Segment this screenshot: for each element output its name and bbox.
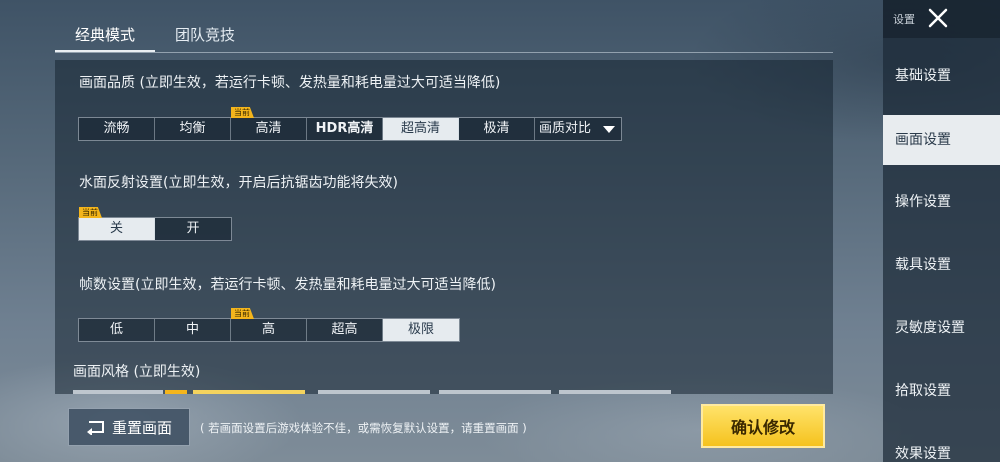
option-label: 均衡	[179, 121, 206, 136]
fps-section-title: 帧数设置(立即生效，若运行卡顿、发热量和耗电量过大可适当降低)	[79, 277, 496, 293]
quality-option-hd[interactable]: 当前 高清	[231, 107, 307, 140]
settings-title: 设置	[893, 13, 915, 26]
sidebar-item-pickup[interactable]: 拾取设置	[883, 366, 1000, 416]
tab-team-deathmatch[interactable]: 团队竞技	[155, 20, 255, 52]
fps-option-high[interactable]: 当前 高	[231, 308, 307, 341]
dropdown-label: 画质对比	[539, 121, 592, 136]
tab-divider	[55, 52, 833, 53]
option-label: 超高清	[400, 121, 440, 136]
tab-classic-mode[interactable]: 经典模式	[55, 20, 156, 52]
option-label: 低	[109, 322, 123, 337]
quality-option-hdr[interactable]: HDR高清	[307, 118, 383, 140]
fps-selector: 低 中 当前 高 超高 极限	[78, 308, 460, 342]
quality-compare-dropdown[interactable]: 画质对比	[535, 118, 621, 140]
sidebar-item-label: 画面设置	[895, 132, 951, 148]
option-label: 极清	[483, 121, 510, 136]
sidebar-item-controls[interactable]: 操作设置	[883, 177, 1000, 227]
sidebar-item-graphics[interactable]: 画面设置	[883, 115, 1000, 165]
water-reflection-toggle: 当前 关 开	[78, 207, 232, 241]
option-label: 高清	[255, 121, 282, 136]
style-options-strip[interactable]	[73, 390, 833, 394]
current-badge: 当前	[231, 107, 254, 118]
reset-label: 重置画面	[111, 418, 172, 437]
fps-option-medium[interactable]: 中	[155, 319, 231, 341]
sidebar-item-label: 拾取设置	[895, 383, 951, 399]
quality-section-title: 画面品质 (立即生效，若运行卡顿、发热量和耗电量过大可适当降低)	[79, 75, 501, 91]
option-label: HDR高清	[315, 121, 374, 136]
quality-option-extreme[interactable]: 极清	[459, 118, 535, 140]
water-option-on[interactable]: 开	[155, 218, 231, 240]
option-label: 高	[261, 322, 275, 337]
reset-icon	[86, 421, 104, 435]
option-label: 开	[186, 221, 200, 236]
reset-hint-text: ( 若画面设置后游戏体验不佳，或需恢复默认设置，请重置画面 )	[200, 421, 527, 435]
reset-graphics-button[interactable]: 重置画面	[68, 408, 190, 446]
mode-tabs: 经典模式 团队竞技	[55, 20, 255, 52]
close-icon[interactable]	[926, 6, 950, 30]
caret-down-icon	[603, 126, 615, 133]
confirm-label: 确认修改	[730, 418, 795, 437]
option-label: 极限	[407, 322, 434, 337]
water-option-off[interactable]: 当前 关	[79, 207, 155, 240]
current-badge: 当前	[231, 308, 254, 319]
sidebar-item-vehicle[interactable]: 载具设置	[883, 240, 1000, 290]
fps-option-extreme[interactable]: 极限	[383, 319, 459, 341]
option-label: 中	[185, 322, 199, 337]
fps-option-low[interactable]: 低	[79, 319, 155, 341]
graphics-settings-panel: 画面品质 (立即生效，若运行卡顿、发热量和耗电量过大可适当降低) 流畅 均衡 当…	[55, 60, 833, 394]
confirm-changes-button[interactable]: 确认修改	[701, 404, 825, 448]
sidebar-item-label: 载具设置	[895, 257, 951, 273]
sidebar-item-label: 基础设置	[895, 68, 951, 84]
sidebar-item-basic[interactable]: 基础设置	[883, 51, 1000, 101]
option-label: 超高	[331, 322, 358, 337]
quality-option-smooth[interactable]: 流畅	[79, 118, 155, 140]
settings-sidebar: 设置 基础设置 画面设置 操作设置 载具设置 灵敏度设置 拾取设置 效果设置	[883, 0, 1000, 462]
fps-option-ultra[interactable]: 超高	[307, 319, 383, 341]
quality-option-ultra-hd[interactable]: 超高清	[383, 118, 459, 140]
sidebar-item-label: 效果设置	[895, 446, 951, 462]
sidebar-item-label: 灵敏度设置	[895, 320, 965, 336]
sidebar-item-sensitivity[interactable]: 灵敏度设置	[883, 303, 1000, 353]
quality-option-balanced[interactable]: 均衡	[155, 118, 231, 140]
option-label: 关	[109, 221, 123, 236]
water-section-title: 水面反射设置(立即生效，开启后抗锯齿功能将失效)	[79, 175, 398, 191]
option-label: 流畅	[103, 121, 130, 136]
style-section-title: 画面风格 (立即生效)	[73, 364, 201, 380]
current-badge: 当前	[79, 207, 102, 218]
quality-selector: 流畅 均衡 当前 高清 HDR高清 超高清 极清 画质对比	[78, 107, 622, 141]
sidebar-item-effects[interactable]: 效果设置	[883, 429, 1000, 462]
sidebar-item-label: 操作设置	[895, 194, 951, 210]
